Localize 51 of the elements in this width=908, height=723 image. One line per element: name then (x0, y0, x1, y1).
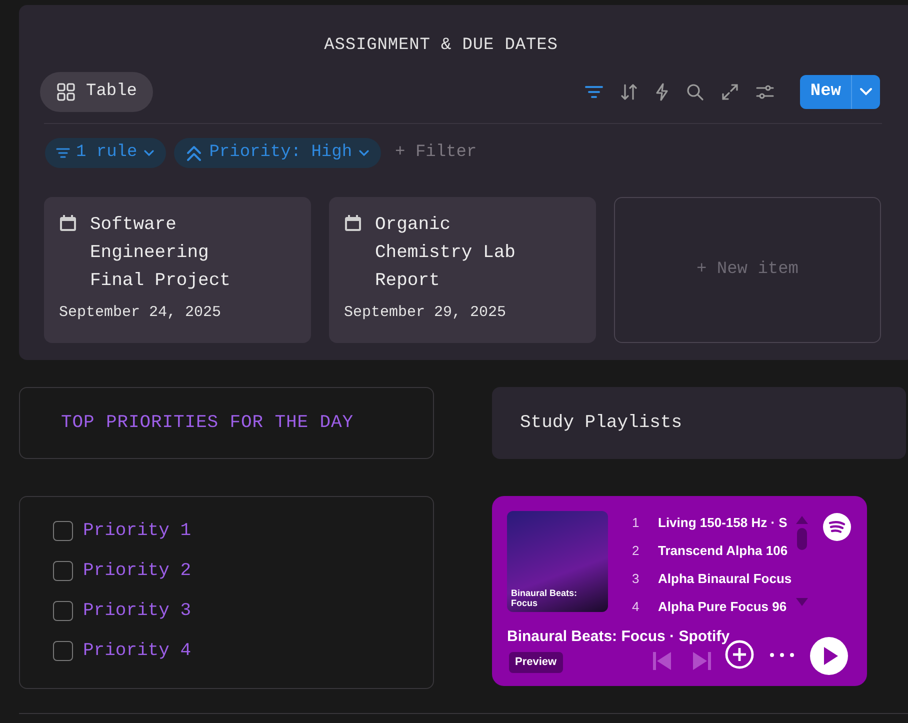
chevron-down-icon (143, 148, 156, 156)
track-number: 4 (632, 598, 640, 616)
filter-icon[interactable] (585, 84, 604, 98)
filter-icon (56, 146, 70, 158)
play-icon[interactable] (810, 637, 848, 675)
sliders-icon[interactable] (756, 84, 774, 100)
track-number: 1 (632, 514, 640, 532)
new-button[interactable]: New (800, 74, 851, 108)
table-view-tab[interactable]: Table (40, 72, 154, 112)
priority-label: Priority 1 (83, 520, 192, 542)
track-title[interactable]: Alpha Pure Focus 96 (658, 597, 787, 617)
priorities-heading: TOP PRIORITIES FOR THE DAY (61, 412, 354, 434)
checkbox[interactable] (53, 601, 73, 621)
scrollbar-thumb[interactable] (797, 528, 807, 550)
card-title: Software Engineering Final Project (90, 214, 232, 292)
checkbox[interactable] (53, 561, 73, 581)
track-title[interactable]: Transcend Alpha 106 (658, 541, 788, 561)
track-title[interactable]: Alpha Binaural Focus (658, 569, 792, 589)
calendar-icon (344, 214, 362, 232)
priority-label: Priority 4 (83, 640, 192, 662)
checkbox[interactable] (53, 641, 73, 661)
assignment-card[interactable]: Software Engineering Final Project September 24, 2025 (44, 196, 311, 342)
track-number: 2 (632, 542, 640, 560)
chevron-down-icon (358, 148, 370, 156)
sort-icon[interactable] (620, 82, 638, 100)
cover-caption: Binaural Beats: Focus (511, 588, 578, 608)
chevron-down-icon (859, 87, 873, 96)
filter-chip[interactable]: 1 rule (45, 138, 166, 168)
more-icon[interactable] (770, 653, 794, 657)
track-number: 3 (632, 570, 640, 588)
preview-badge: Preview (509, 652, 563, 672)
card-date: September 29, 2025 (344, 303, 508, 323)
search-icon[interactable] (686, 82, 704, 100)
new-dropdown-button[interactable] (851, 74, 880, 108)
card-date: September 24, 2025 (59, 303, 222, 323)
track-title[interactable]: Living 150-158 Hz · S (658, 513, 788, 533)
grid-icon (56, 82, 76, 102)
priority-label: Priority 2 (83, 560, 192, 582)
card-title: Organic Chemistry Lab Report (375, 214, 516, 292)
filter-chip[interactable]: Priority: High (174, 138, 382, 168)
playlist-title: Binaural Beats: Focus · Spotify (507, 627, 730, 647)
board-title: ASSIGNMENT & DUE DATES (323, 35, 559, 57)
lightning-icon[interactable] (655, 82, 670, 100)
double-chevron-up-icon (185, 144, 204, 162)
calendar-icon (59, 214, 77, 232)
priority-label: Priority 3 (83, 600, 192, 622)
spotify-logo-icon[interactable] (823, 513, 851, 541)
checkbox[interactable] (53, 521, 73, 541)
playlists-heading: Study Playlists (520, 412, 682, 434)
expand-icon[interactable] (721, 82, 740, 100)
assignment-card[interactable]: Organic Chemistry Lab Report September 29, 2025 (329, 196, 596, 342)
